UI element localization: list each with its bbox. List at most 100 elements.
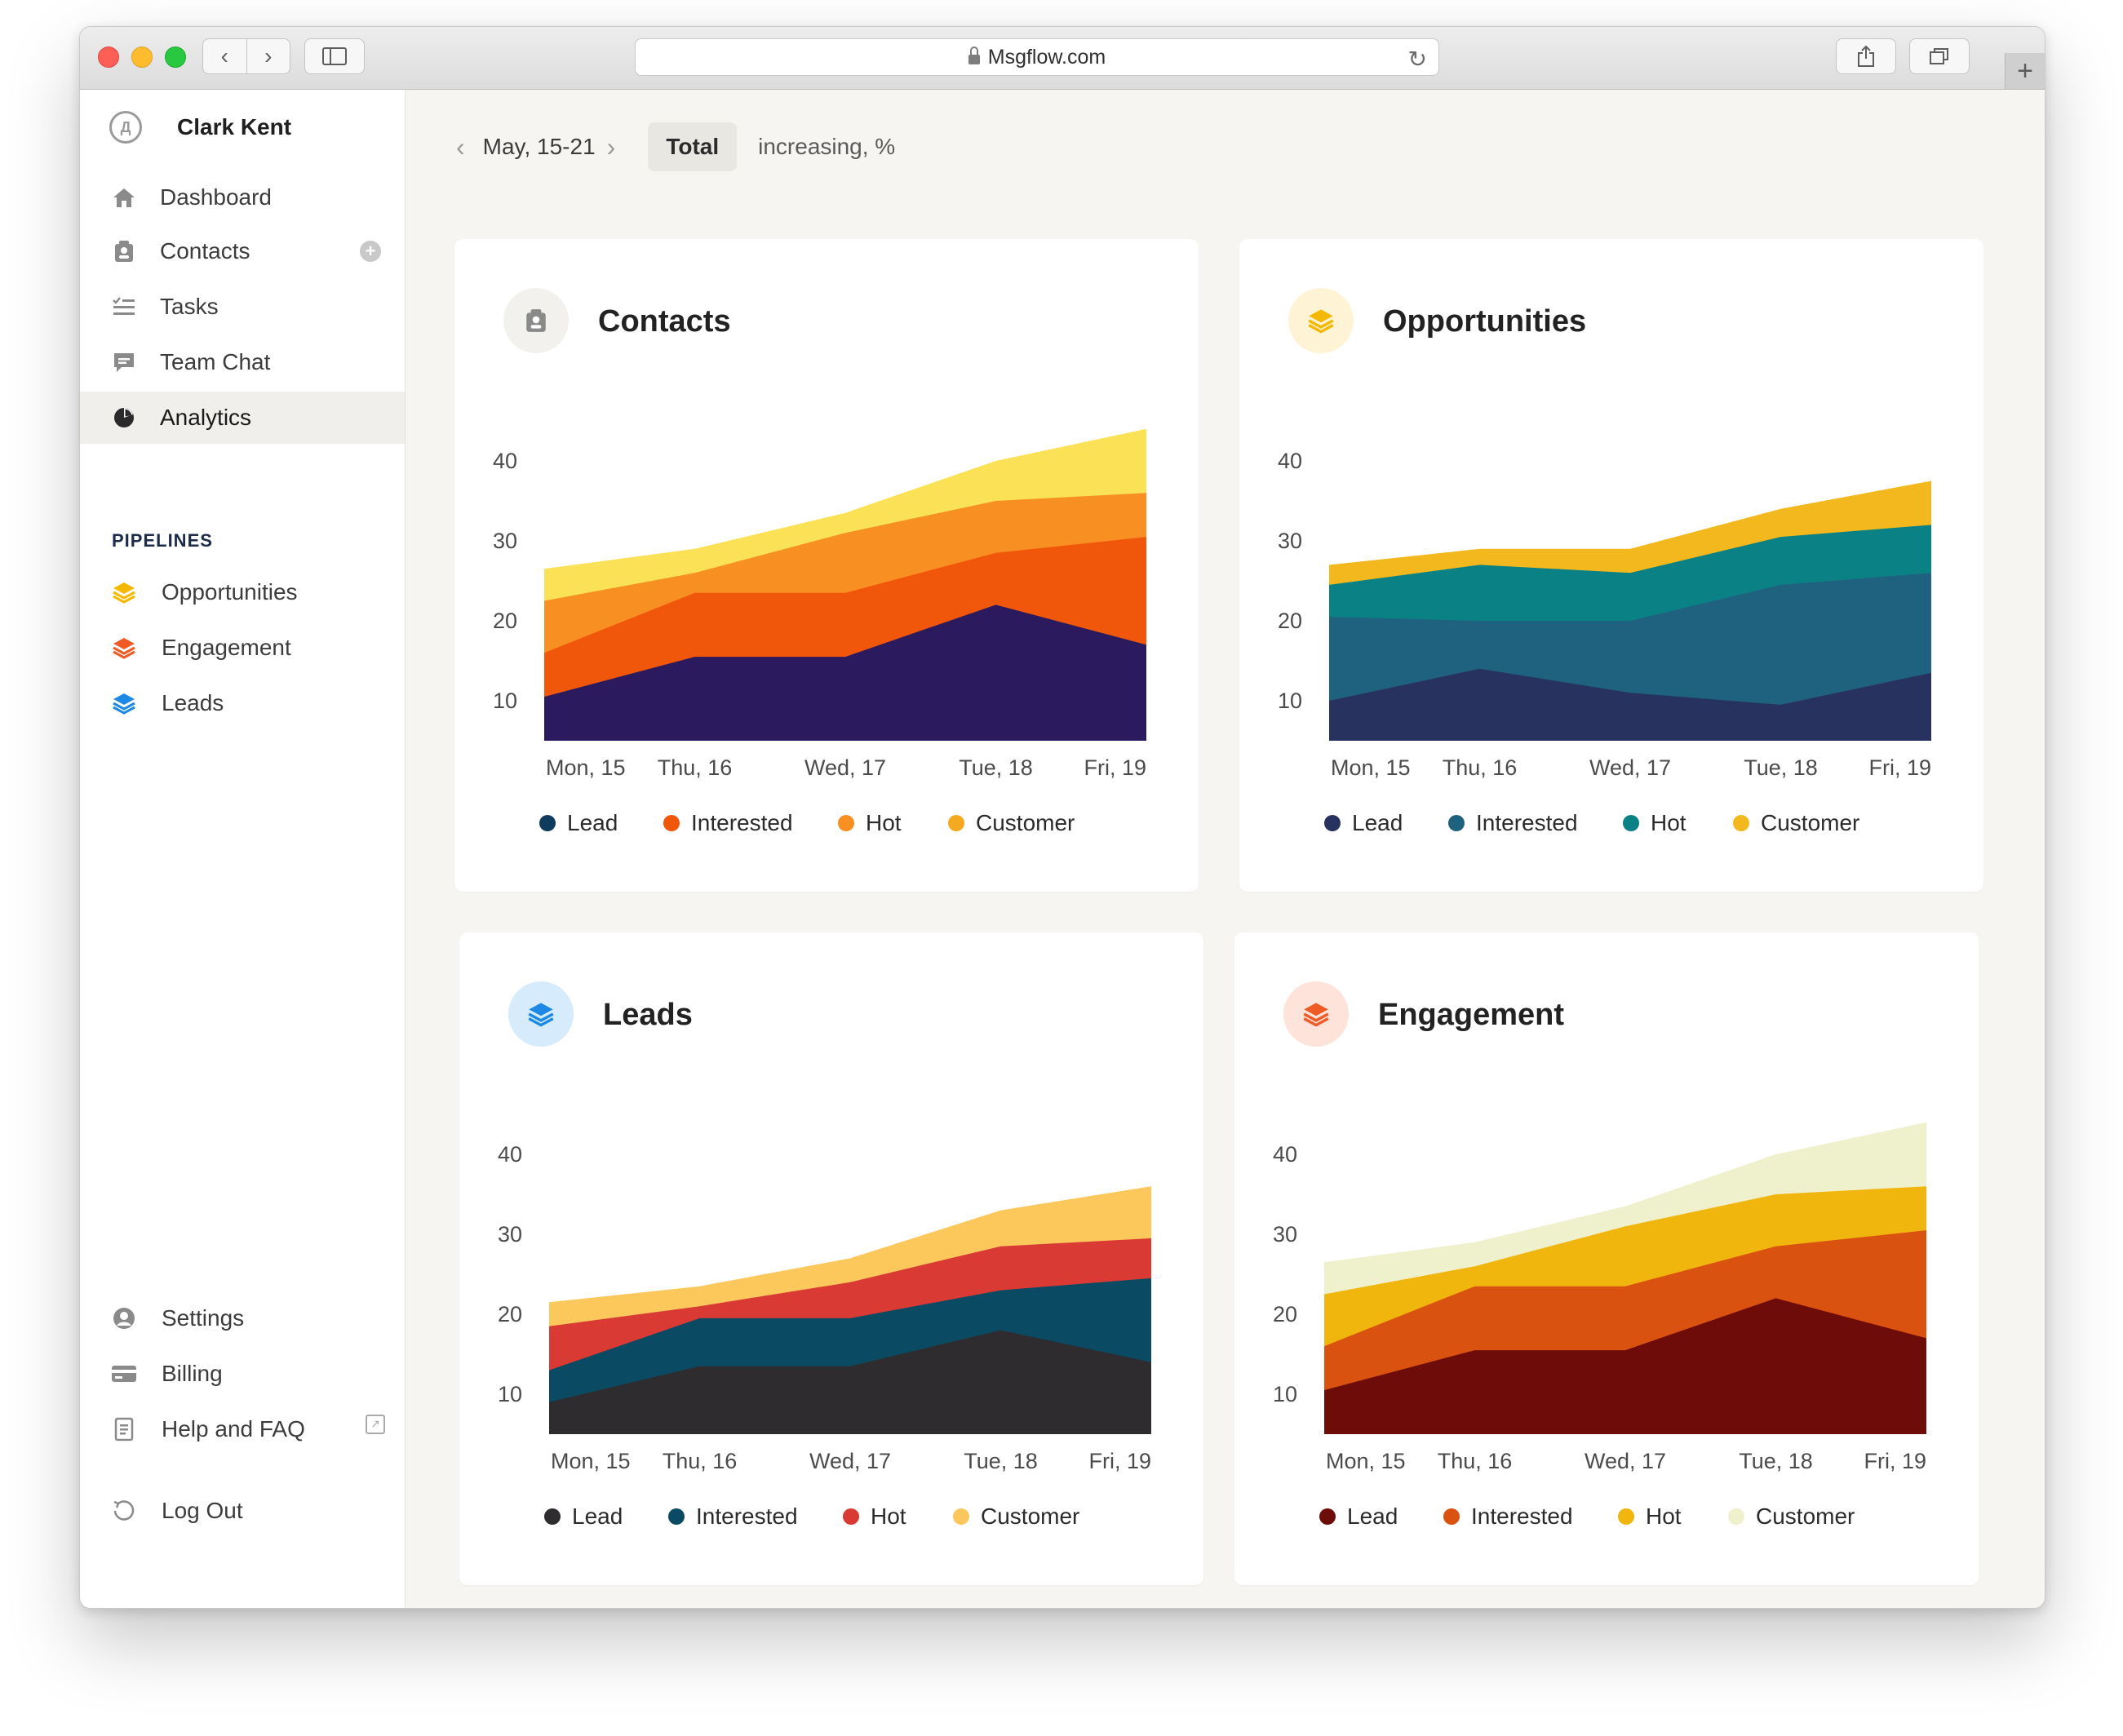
legend-swatch — [1618, 1508, 1634, 1525]
add-contact-icon[interactable]: + — [360, 241, 381, 262]
legend-item-hot[interactable]: Hot — [1618, 1504, 1682, 1530]
legend-swatch — [953, 1508, 969, 1525]
legend-item-lead[interactable]: Lead — [1324, 810, 1403, 836]
area-chart: 10 20 30 40 Mon, 15 Thu, 16 Wed, 17 Tue, 18 Fri,… — [498, 1142, 1151, 1473]
legend-label: Lead — [572, 1504, 623, 1529]
legend-item-customer[interactable]: Customer — [1733, 810, 1859, 836]
legend-item-lead[interactable]: Lead — [1319, 1504, 1398, 1530]
legend-swatch — [1623, 815, 1639, 831]
x-tick-label: Tue, 18 — [959, 755, 1033, 780]
user-profile[interactable]: Д Clark Kent — [109, 111, 291, 144]
legend-swatch — [1448, 815, 1465, 831]
new-tab-button[interactable]: + — [2005, 53, 2045, 89]
increasing-percent-toggle[interactable]: increasing, % — [758, 134, 895, 160]
sidebar-item-label: Tasks — [160, 294, 219, 319]
layers-icon — [111, 579, 137, 605]
chart-card-opportunities: Opportunities 10 20 30 40 Mon, 15 Thu, 16 Wed, … — [1239, 239, 1983, 892]
legend-label: Customer — [976, 810, 1075, 835]
x-tick-label: Tue, 18 — [1739, 1449, 1813, 1473]
sidebar-item-engagement[interactable]: Engagement — [80, 622, 405, 674]
legend-label: Hot — [866, 810, 902, 835]
history-navigation: ‹ › — [202, 38, 290, 74]
zoom-window-button[interactable] — [165, 46, 186, 68]
address-bar[interactable]: Msgflow.com ↻ — [635, 38, 1439, 76]
x-tick-label: Thu, 16 — [658, 755, 733, 780]
legend-item-hot[interactable]: Hot — [838, 810, 902, 836]
chart-card-contacts: Contacts 10 20 30 40 Mon, 15 Thu, 16 Wed, 17 Tue… — [454, 239, 1199, 892]
sidebar-icon — [322, 47, 347, 65]
sidebar-toggle-button[interactable] — [304, 38, 365, 74]
legend-item-customer[interactable]: Customer — [948, 810, 1075, 836]
legend-item-hot[interactable]: Hot — [843, 1504, 906, 1530]
tabs-icon — [1930, 48, 1948, 64]
y-tick-label: 40 — [498, 1142, 522, 1167]
legend-item-customer[interactable]: Customer — [953, 1504, 1079, 1530]
legend-swatch — [1324, 815, 1341, 831]
legend-swatch — [1733, 815, 1749, 831]
sidebar-item-team-chat[interactable]: Team Chat — [80, 336, 405, 388]
area-chart: 10 20 30 40 Mon, 15 Thu, 16 Wed, 17 Tue, 18 Fri,… — [1278, 449, 1931, 780]
sidebar-item-billing[interactable]: Billing — [80, 1348, 405, 1400]
home-icon — [111, 184, 137, 210]
user-name: Clark Kent — [177, 114, 292, 140]
legend-item-interested[interactable]: Interested — [1448, 810, 1578, 836]
legend-item-interested[interactable]: Interested — [663, 810, 793, 836]
legend-label: Lead — [567, 810, 618, 835]
date-range[interactable]: May, 15-21 — [483, 134, 596, 160]
url-text: Msgflow.com — [987, 45, 1106, 69]
y-tick-label: 40 — [1273, 1142, 1297, 1167]
legend-label: Lead — [1352, 810, 1403, 835]
legend-item-interested[interactable]: Interested — [668, 1504, 798, 1530]
filter-bar: ‹ May, 15-21 › Total increasing, % — [456, 121, 895, 173]
x-tick-label: Mon, 15 — [546, 755, 626, 780]
main-content: ‹ May, 15-21 › Total increasing, % Conta… — [406, 90, 2045, 1608]
x-tick-label: Fri, 19 — [1088, 1449, 1151, 1473]
legend-label: Customer — [1756, 1504, 1855, 1529]
legend-item-hot[interactable]: Hot — [1623, 810, 1686, 836]
sidebar-item-analytics[interactable]: Analytics — [80, 392, 405, 444]
sidebar-item-settings[interactable]: Settings — [80, 1292, 405, 1344]
forward-icon[interactable]: › — [246, 43, 290, 69]
x-tick-label: Fri, 19 — [1084, 755, 1146, 780]
sidebar-item-help[interactable]: Help and FAQ ↗ — [80, 1403, 405, 1455]
external-link-icon[interactable]: ↗ — [366, 1415, 385, 1434]
user-circle-icon — [111, 1305, 137, 1331]
legend-label: Interested — [1471, 1504, 1573, 1529]
x-tick-label: Tue, 18 — [1744, 755, 1818, 780]
total-toggle[interactable]: Total — [648, 122, 738, 171]
sidebar-item-label: Dashboard — [160, 184, 272, 210]
layers-icon — [111, 690, 137, 716]
close-window-button[interactable] — [98, 46, 119, 68]
logout-icon — [111, 1498, 137, 1524]
x-tick-label: Mon, 15 — [1331, 755, 1411, 780]
sidebar-item-tasks[interactable]: Tasks — [80, 281, 405, 333]
legend-item-customer[interactable]: Customer — [1728, 1504, 1855, 1530]
chevron-left-icon[interactable]: ‹ — [456, 132, 465, 162]
minimize-window-button[interactable] — [131, 46, 153, 68]
y-tick-label: 20 — [498, 1302, 522, 1326]
chevron-right-icon[interactable]: › — [607, 132, 616, 162]
legend-swatch — [1728, 1508, 1744, 1525]
legend-swatch — [668, 1508, 685, 1525]
sidebar-item-contacts[interactable]: Contacts + — [80, 225, 405, 277]
sidebar-item-logout[interactable]: Log Out — [80, 1485, 405, 1537]
share-icon — [1858, 45, 1874, 67]
back-icon[interactable]: ‹ — [203, 43, 246, 69]
y-tick-label: 10 — [493, 689, 517, 713]
legend-item-lead[interactable]: Lead — [544, 1504, 623, 1530]
legend-swatch — [1319, 1508, 1336, 1525]
legend-label: Interested — [1476, 810, 1578, 835]
legend-swatch — [838, 815, 854, 831]
legend-item-interested[interactable]: Interested — [1443, 1504, 1573, 1530]
reload-icon[interactable]: ↻ — [1408, 46, 1427, 73]
sidebar-item-opportunities[interactable]: Opportunities — [80, 566, 405, 618]
sidebar-item-dashboard[interactable]: Dashboard — [80, 171, 405, 224]
show-tabs-button[interactable] — [1909, 38, 1970, 74]
x-tick-label: Fri, 19 — [1864, 1449, 1926, 1473]
x-tick-label: Tue, 18 — [964, 1449, 1038, 1473]
y-tick-label: 30 — [498, 1222, 522, 1247]
sidebar-item-leads[interactable]: Leads — [80, 677, 405, 729]
legend-item-lead[interactable]: Lead — [539, 810, 618, 836]
legend-swatch — [948, 815, 964, 831]
share-button[interactable] — [1836, 38, 1896, 74]
